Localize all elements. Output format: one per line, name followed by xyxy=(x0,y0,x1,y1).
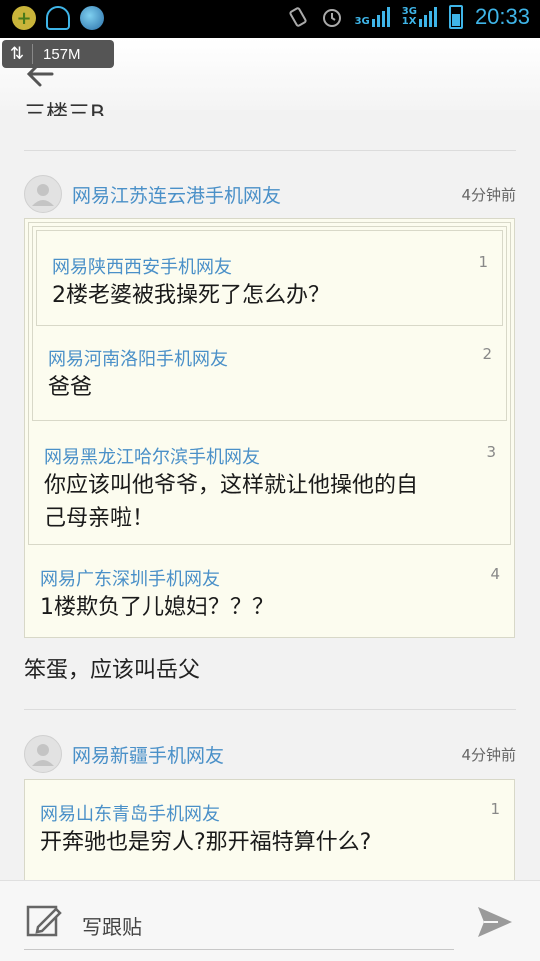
notification-icon xyxy=(46,6,70,30)
alarm-icon xyxy=(322,9,341,27)
post-username[interactable]: 网易新疆手机网友 xyxy=(72,741,224,768)
quote-text: 1楼欺负了儿媳妇？？？ xyxy=(40,595,274,620)
battery-icon xyxy=(448,5,463,29)
send-icon[interactable] xyxy=(476,905,514,939)
quote-block-1: 网易山东青岛手机网友 1 开奔驰也是穷人?那开福特算什么? xyxy=(24,779,515,880)
status-time: 20:33 xyxy=(474,4,530,29)
network-label-1: 3G xyxy=(354,16,370,27)
add-app-icon: + xyxy=(12,6,36,30)
quote-floor: 1 xyxy=(478,253,488,271)
quote-text: 2楼老婆被我操死了怎么办？ xyxy=(52,283,330,308)
quote-floor: 1 xyxy=(490,800,500,818)
network-label-2-sub: 1X xyxy=(401,16,417,27)
post-divider xyxy=(24,709,516,710)
quote-text: 爸爸 xyxy=(48,375,93,400)
post-header: 网易江苏连云港手机网友 4分钟前 xyxy=(24,175,516,215)
post-time: 4分钟前 xyxy=(461,186,516,204)
post-username[interactable]: 网易江苏连云港手机网友 xyxy=(72,181,281,208)
quote-text-line-2: 己母亲啦！ xyxy=(44,506,155,531)
edit-icon[interactable] xyxy=(26,903,62,939)
post-header: 网易新疆手机网友 4分钟前 xyxy=(24,735,516,775)
quote-floor: 2 xyxy=(482,345,492,363)
reply-bar: 写跟贴 xyxy=(0,880,540,961)
quote-block-1: 网易陕西西安手机网友 1 2楼老婆被我操死了怎么办？ xyxy=(36,230,503,326)
quote-username[interactable]: 网易河南洛阳手机网友 xyxy=(48,345,228,371)
write-reply-input[interactable]: 写跟贴 xyxy=(82,911,142,940)
user-avatar-icon xyxy=(32,184,54,206)
swap-arrows-icon: ⇅ xyxy=(2,44,33,64)
post-reply-text: 笨蛋，应该叫岳父 xyxy=(24,658,201,683)
quote-stack: 网易山东青岛手机网友 1 开奔驰也是穷人?那开福特算什么? xyxy=(24,779,515,880)
thread-scroll-area[interactable]: 三楼三B 网易江苏连云港手机网友 4分钟前 网易广东深圳手机网友 4 1楼欺负了… xyxy=(0,90,540,880)
quote-text: 开奔驰也是穷人?那开福特算什么? xyxy=(40,830,372,855)
quote-username[interactable]: 网易广东深圳手机网友 xyxy=(40,565,220,591)
quote-username[interactable]: 网易黑龙江哈尔滨手机网友 xyxy=(44,443,260,469)
partial-previous-reply: 三楼三B xyxy=(24,102,106,116)
quote-floor: 4 xyxy=(490,565,500,583)
signal-icon: 3G xyxy=(355,7,390,27)
signal-2-icon: 3G 1X xyxy=(402,7,437,27)
memory-indicator[interactable]: ⇅ 157M xyxy=(2,40,114,68)
status-bar: + 3G 3G 1X 20:33 xyxy=(0,0,540,38)
memory-value: 157M xyxy=(43,45,81,63)
avatar[interactable] xyxy=(24,735,62,773)
avatar[interactable] xyxy=(24,175,62,213)
input-underline xyxy=(24,949,454,950)
post-divider xyxy=(24,150,516,151)
browser-icon xyxy=(80,6,104,30)
quote-stack: 网易广东深圳手机网友 4 1楼欺负了儿媳妇？？？ 网易黑龙江哈尔滨手机网友 3 … xyxy=(24,218,515,638)
user-avatar-icon xyxy=(32,744,54,766)
post-time: 4分钟前 xyxy=(461,746,516,764)
quote-username[interactable]: 网易山东青岛手机网友 xyxy=(40,800,220,826)
quote-floor: 3 xyxy=(486,443,496,461)
quote-text-line-1: 你应该叫他爷爷，这样就让他操他的自 xyxy=(44,473,419,498)
quote-username[interactable]: 网易陕西西安手机网友 xyxy=(52,253,232,279)
vibrate-icon xyxy=(288,7,307,27)
